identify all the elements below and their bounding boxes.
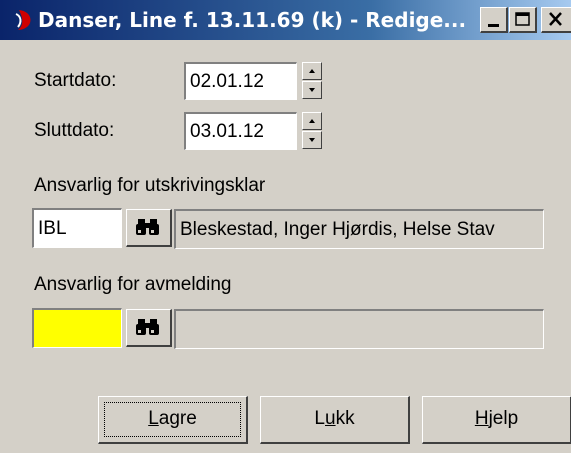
window-title: Danser, Line f. 13.11.69 (k) - Redige...: [38, 8, 467, 32]
app-logo-icon: [15, 10, 31, 30]
title-bar[interactable]: Danser, Line f. 13.11.69 (k) - Redige...: [0, 0, 571, 40]
minimize-button[interactable]: [480, 7, 508, 33]
close-icon: [549, 12, 562, 26]
minimize-icon: [488, 24, 499, 27]
deregistration-responsible-search-button[interactable]: [126, 309, 172, 347]
deregistration-responsible-label: Ansvarlig for avmelding: [34, 274, 232, 295]
arrow-up-icon: [309, 119, 315, 123]
discharge-responsible-label: Ansvarlig for utskrivingsklar: [34, 175, 266, 196]
end-date-spinner[interactable]: [302, 112, 322, 150]
start-date-up-button[interactable]: [302, 62, 322, 80]
end-date-up-button[interactable]: [302, 112, 322, 130]
discharge-responsible-code-input[interactable]: IBL: [32, 208, 122, 248]
save-button-label: Lagre: [148, 408, 197, 429]
discharge-responsible-name-field: Bleskestad, Inger Hjørdis, Helse Stav: [174, 209, 544, 249]
end-date-label: Sluttdato:: [34, 120, 115, 141]
deregistration-responsible-name-field: [174, 309, 544, 349]
start-date-label: Startdato:: [34, 70, 117, 91]
binoculars-icon: [136, 319, 159, 335]
start-date-down-button[interactable]: [302, 81, 322, 99]
close-window-button[interactable]: [541, 7, 571, 33]
close-button-label: Lukk: [314, 408, 355, 429]
deregistration-responsible-code-input[interactable]: [32, 308, 122, 348]
save-button[interactable]: Lagre: [98, 396, 248, 444]
help-button[interactable]: Hjelp: [422, 396, 571, 444]
arrow-down-icon: [309, 138, 315, 142]
arrow-down-icon: [309, 88, 315, 92]
maximize-icon: [515, 12, 530, 26]
binoculars-icon: [136, 219, 159, 235]
discharge-responsible-search-button[interactable]: [126, 209, 172, 247]
maximize-button[interactable]: [509, 7, 537, 33]
start-date-input[interactable]: 02.01.12: [184, 62, 297, 100]
start-date-spinner[interactable]: [302, 62, 322, 100]
help-button-label: Hjelp: [474, 408, 519, 429]
end-date-input[interactable]: 03.01.12: [184, 112, 297, 150]
end-date-down-button[interactable]: [302, 131, 322, 149]
dialog-body: Startdato: 02.01.12 Sluttdato: 03.01.12: [0, 40, 571, 453]
arrow-up-icon: [309, 69, 315, 73]
close-button[interactable]: Lukk: [260, 396, 410, 444]
edit-dialog-window: Danser, Line f. 13.11.69 (k) - Redige...…: [0, 0, 571, 453]
